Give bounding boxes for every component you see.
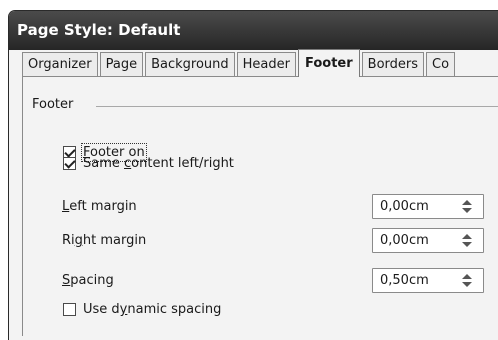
title-bar[interactable]: Page Style: Default bbox=[9, 11, 498, 50]
right-margin-label: Ri g ht margin bbox=[62, 233, 146, 248]
spacing-spinbox[interactable]: 0,50cm bbox=[372, 268, 484, 293]
window-title: Page Style: Default bbox=[17, 21, 181, 39]
mnemonic-letter: S bbox=[62, 273, 71, 288]
label-text: pacing bbox=[70, 273, 114, 288]
spin-arrows-icon[interactable] bbox=[459, 273, 475, 288]
label-text: eft margin bbox=[69, 199, 137, 214]
label-text: ht margin bbox=[82, 233, 147, 248]
label-text: Same bbox=[83, 156, 125, 171]
tab-background[interactable]: Background bbox=[145, 52, 235, 76]
left-margin-spinbox[interactable]: 0,00cm bbox=[372, 194, 484, 219]
group-divider bbox=[96, 106, 498, 107]
tab-organizer[interactable]: Organizer bbox=[22, 52, 98, 76]
tab-page[interactable]: Page bbox=[99, 52, 144, 76]
tab-borders[interactable]: Borders bbox=[361, 52, 425, 76]
right-margin-spinbox[interactable]: 0,00cm bbox=[372, 228, 484, 253]
spacing-label: Spacing bbox=[62, 273, 114, 288]
tab-columns-partial[interactable]: Co bbox=[426, 52, 456, 76]
tab-header[interactable]: Header bbox=[236, 52, 296, 76]
mnemonic-letter: g bbox=[74, 233, 83, 248]
mnemonic-letter: L bbox=[62, 199, 70, 214]
left-margin-value[interactable]: 0,00cm bbox=[380, 199, 429, 214]
same-content-label[interactable]: Same content left/right bbox=[83, 156, 234, 171]
spin-arrows-icon[interactable] bbox=[459, 233, 475, 248]
footer-group-title: Footer bbox=[32, 97, 74, 112]
label-text: namic spacing bbox=[127, 302, 222, 317]
right-margin-value[interactable]: 0,00cm bbox=[380, 233, 429, 248]
tab-footer[interactable]: Footer bbox=[297, 49, 360, 77]
checkmark-icon bbox=[64, 157, 76, 169]
dynamic-spacing-label[interactable]: Use dynamic spacing bbox=[83, 302, 221, 317]
label-text: Ri bbox=[62, 233, 75, 248]
left-margin-label: Left margin bbox=[62, 199, 137, 214]
dynamic-spacing-checkbox-row[interactable]: Use dynamic spacing bbox=[63, 302, 221, 317]
label-text: ontent left/right bbox=[131, 156, 234, 171]
label-text: Use d bbox=[83, 302, 120, 317]
spin-arrows-icon[interactable] bbox=[459, 199, 475, 214]
spacing-value[interactable]: 0,50cm bbox=[380, 273, 429, 288]
same-content-checkbox-row[interactable]: Same content left/right bbox=[63, 156, 234, 171]
same-content-checkbox[interactable] bbox=[63, 157, 76, 170]
dynamic-spacing-checkbox[interactable] bbox=[63, 303, 76, 316]
tab-bar: Organizer Page Background Header Footer … bbox=[22, 49, 457, 77]
